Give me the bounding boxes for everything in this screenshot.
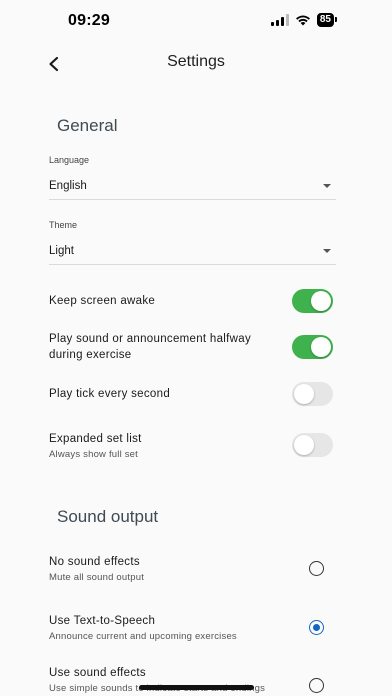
status-time: 09:29	[68, 12, 110, 29]
keep-screen-awake-toggle[interactable]	[292, 289, 333, 313]
status-bar: 09:29 85	[0, 0, 392, 44]
expanded-set-list-row: Expanded set list Always show full set	[49, 431, 336, 463]
tick-every-second-row: Play tick every second	[49, 382, 336, 406]
language-value: English	[49, 180, 87, 192]
language-label: Language	[49, 155, 90, 165]
keep-screen-awake-row: Keep screen awake	[49, 289, 336, 313]
option-label: Use Text-to-Speech	[49, 615, 156, 627]
option-sublabel: Announce current and upcoming exercises	[49, 631, 237, 642]
option-sublabel: Mute all sound output	[49, 572, 145, 583]
toggle-knob	[311, 291, 331, 311]
expanded-set-list-toggle[interactable]	[292, 433, 333, 457]
text-to-speech-option[interactable]: Use Text-to-Speech Announce current and …	[49, 613, 336, 645]
caret-down-icon	[323, 184, 331, 188]
halfway-sound-toggle[interactable]	[292, 335, 333, 359]
toggle-knob	[311, 337, 331, 357]
page-title: Settings	[167, 53, 225, 70]
theme-value: Light	[49, 245, 74, 257]
caret-down-icon	[323, 249, 331, 253]
wifi-icon	[295, 15, 310, 26]
option-label: No sound effects	[49, 556, 140, 568]
theme-dropdown[interactable]: Light	[49, 239, 336, 265]
cellular-signal-icon	[270, 14, 289, 26]
option-label: Use sound effects	[49, 667, 146, 679]
language-dropdown[interactable]: English	[49, 174, 336, 200]
toggle-knob	[294, 435, 314, 455]
halfway-sound-row: Play sound or announcement halfway durin…	[49, 331, 336, 363]
setting-label: Play sound or announcement halfway durin…	[49, 333, 251, 361]
app-header: Settings	[0, 44, 392, 82]
tick-every-second-toggle[interactable]	[292, 382, 333, 406]
section-title-general: General	[57, 116, 118, 135]
status-icons: 85	[270, 13, 338, 27]
text-to-speech-radio[interactable]	[309, 620, 324, 635]
no-sound-effects-option[interactable]: No sound effects Mute all sound output	[49, 554, 336, 586]
toggle-knob	[294, 384, 314, 404]
section-title-sound-output: Sound output	[57, 507, 159, 526]
home-indicator	[139, 685, 254, 690]
sound-effects-radio[interactable]	[309, 678, 324, 693]
no-sound-effects-radio[interactable]	[309, 561, 324, 576]
sound-effects-option[interactable]: Use sound effects Use simple sounds to i…	[49, 665, 336, 696]
battery-icon: 85	[316, 13, 338, 27]
theme-label: Theme	[49, 220, 78, 230]
